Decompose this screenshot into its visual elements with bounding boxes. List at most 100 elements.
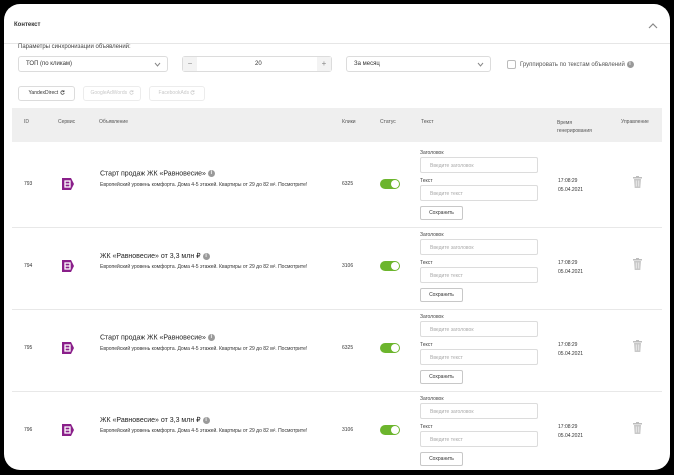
trash-icon[interactable]	[633, 340, 642, 352]
row-id: 796	[24, 427, 33, 433]
col-text: Текст	[421, 119, 434, 125]
heading-label: Заголовок	[420, 396, 444, 402]
save-button[interactable]: Сохранить	[420, 452, 463, 466]
decrement-button[interactable]: −	[183, 57, 197, 71]
toggle-knob	[391, 262, 399, 270]
trash-icon[interactable]	[633, 258, 642, 270]
heading-input[interactable]: Введите заголовок	[420, 239, 538, 255]
row-id: 794	[24, 263, 33, 269]
ad-description: Европейский уровень комфорта. Дома 4-5 э…	[100, 182, 308, 188]
trash-icon[interactable]	[633, 176, 642, 188]
section-header[interactable]: Контекст	[4, 4, 670, 44]
save-button[interactable]: Сохранить	[420, 288, 463, 302]
status-toggle[interactable]	[380, 179, 400, 189]
increment-button[interactable]: +	[317, 57, 331, 71]
ad-title-text: Старт продаж ЖК «Равновесие»	[100, 170, 206, 178]
ad-title-text: Старт продаж ЖК «Равновесие»	[100, 334, 206, 342]
refresh-icon	[129, 90, 134, 95]
col-status: Статус	[380, 119, 396, 125]
info-icon[interactable]: i	[207, 334, 215, 341]
source-button[interactable]: GoogleAdWords	[83, 86, 141, 101]
source-button-label: YandexDirect	[28, 90, 59, 96]
refresh-icon	[60, 90, 65, 95]
text-input[interactable]: Введите текст	[420, 267, 538, 283]
chevron-up-icon[interactable]	[648, 22, 658, 30]
info-icon[interactable]: i	[202, 252, 210, 260]
top-select[interactable]: ТОП (по кликам)	[18, 56, 168, 72]
row-time: 17:08:29 05.04.2021	[558, 341, 583, 359]
row-clicks: 6325	[342, 181, 354, 187]
info-icon[interactable]: i	[626, 61, 634, 68]
text-input[interactable]: Введите текст	[420, 349, 538, 365]
save-button[interactable]: Сохранить	[420, 370, 463, 384]
info-icon[interactable]: i	[207, 170, 215, 177]
time-value: 17:08:29	[558, 424, 578, 430]
row-id: 793	[24, 181, 33, 187]
heading-input[interactable]: Введите заголовок	[420, 321, 538, 337]
row-clicks: 3106	[342, 427, 354, 433]
table-row: 794 ЖК «Равновесие» от 3,3 млн ₽ i Европей…	[12, 228, 662, 310]
ad-description: Европейский уровень комфорта. Дома 4-5 э…	[100, 264, 308, 270]
chevron-down-icon	[154, 62, 161, 67]
row-id: 795	[24, 345, 33, 351]
text-input[interactable]: Введите текст	[420, 431, 538, 447]
chevron-down-icon	[477, 62, 484, 67]
source-button[interactable]: FacebookAds	[149, 86, 205, 101]
yandex-direct-icon	[62, 424, 74, 436]
period-select[interactable]: За месяц	[346, 56, 491, 72]
heading-label: Заголовок	[420, 232, 444, 238]
row-time: 17:08:29 05.04.2021	[558, 423, 583, 441]
refresh-icon	[190, 90, 196, 95]
table-header: ID Сервис Объявление Клики Статус Текст …	[12, 108, 662, 142]
source-button-label: FacebookAds	[158, 90, 190, 96]
time-value: 17:08:29	[558, 260, 578, 266]
row-time: 17:08:29 05.04.2021	[558, 177, 583, 195]
yandex-direct-icon	[62, 260, 74, 272]
table-row: 796 ЖК «Равновесие» от 3,3 млн ₽ i Европей…	[12, 392, 662, 470]
group-by-text-checkbox[interactable]	[507, 60, 516, 69]
ad-title: Старт продаж ЖК «Равновесие» i	[100, 170, 215, 177]
col-time: Время генерирования	[557, 120, 592, 134]
status-toggle[interactable]	[380, 425, 400, 435]
status-toggle[interactable]	[380, 343, 400, 353]
trash-icon[interactable]	[633, 422, 642, 434]
row-time: 17:08:29 05.04.2021	[558, 259, 583, 277]
group-by-text-label: Группировать по текстам объявлений i	[520, 61, 634, 68]
col-ad: Объявление	[99, 119, 128, 125]
top-select-value: ТОП (по кликам)	[26, 61, 73, 67]
section-title: Контекст	[14, 22, 41, 28]
text-input[interactable]: Введите текст	[420, 185, 538, 201]
toggle-knob	[391, 426, 399, 434]
date-value: 05.04.2021	[558, 187, 584, 193]
table-row: 793 Старт продаж ЖК «Равновесие» i Европей…	[12, 146, 662, 228]
ad-title: ЖК «Равновесие» от 3,3 млн ₽ i	[100, 252, 210, 260]
col-manage: Управление	[621, 119, 649, 125]
status-toggle[interactable]	[380, 261, 400, 271]
heading-input[interactable]: Введите заголовок	[420, 403, 538, 419]
group-by-text-label-text: Группировать по текстам объявлений	[520, 62, 625, 69]
text-label: Текст	[420, 342, 433, 348]
source-button-label: GoogleAdWords	[90, 90, 128, 96]
info-icon[interactable]: i	[202, 416, 210, 424]
time-value: 17:08:29	[558, 342, 578, 348]
toggle-knob	[391, 344, 399, 352]
ad-title: Старт продаж ЖК «Равновесие» i	[100, 334, 215, 341]
row-clicks: 3106	[342, 263, 354, 269]
date-value: 05.04.2021	[558, 433, 584, 439]
heading-input[interactable]: Введите заголовок	[420, 157, 538, 173]
yandex-direct-icon	[62, 342, 74, 354]
ad-description: Европейский уровень комфорта. Дома 4-5 э…	[100, 428, 308, 434]
save-button[interactable]: Сохранить	[420, 206, 463, 220]
source-button[interactable]: YandexDirect	[18, 86, 75, 101]
toggle-knob	[391, 180, 399, 188]
count-value[interactable]: 20	[255, 61, 262, 67]
text-label: Текст	[420, 260, 433, 266]
ad-title-text: ЖК «Равновесие» от 3,3 млн ₽	[100, 253, 201, 260]
col-id: ID	[24, 119, 29, 125]
heading-label: Заголовок	[420, 314, 444, 320]
text-label: Текст	[420, 424, 433, 430]
ad-title: ЖК «Равновесие» от 3,3 млн ₽ i	[100, 416, 210, 424]
table-row: 795 Старт продаж ЖК «Равновесие» i Европей…	[12, 310, 662, 392]
count-stepper[interactable]: − 20 +	[182, 56, 332, 72]
ad-description: Европейский уровень комфорта. Дома 4-5 э…	[100, 346, 308, 352]
